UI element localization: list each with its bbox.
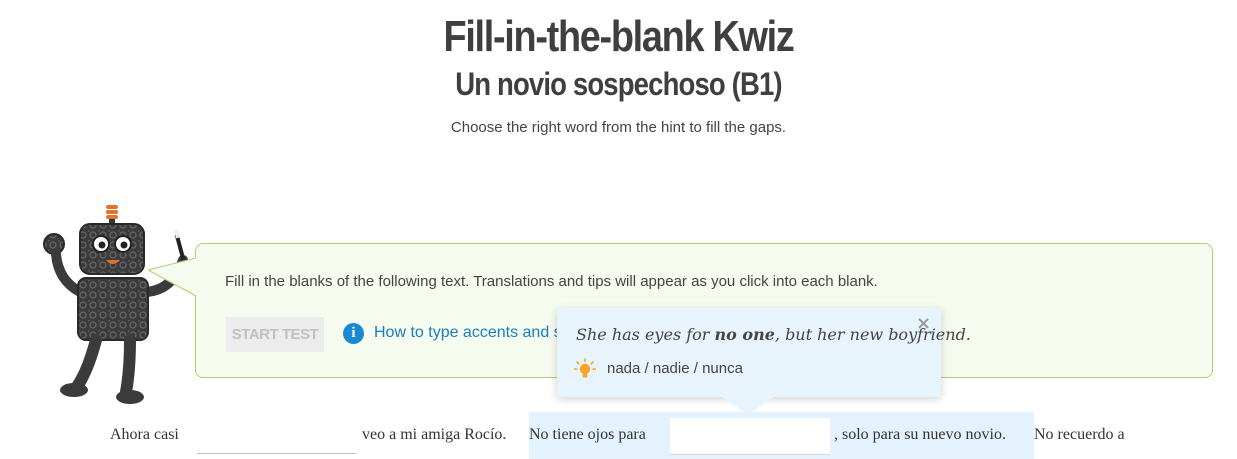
tooltip-translation: She has eyes for no one, but her new boy… <box>576 325 971 344</box>
start-test-button[interactable]: START TEST <box>226 317 324 352</box>
tooltip-arrow <box>722 397 774 415</box>
accents-help-link[interactable]: How to type accents and s <box>374 324 558 342</box>
bubble-tail <box>148 258 197 297</box>
page-subtitle: Un novio sospechoso (B1) <box>455 66 782 102</box>
tooltip-hint: nada / nadie / nunca <box>607 360 743 377</box>
text-segment: Ahora casi <box>110 426 179 443</box>
text-segment: , solo para su nuevo novio. <box>834 426 1006 443</box>
bubble-text: Fill in the blanks of the following text… <box>225 273 878 290</box>
page-title: Fill-in-the-blank Kwiz <box>443 12 794 61</box>
instructions-text: Choose the right word from the hint to f… <box>450 119 787 136</box>
blank-input-1[interactable] <box>197 417 356 454</box>
hint-tooltip <box>557 308 941 397</box>
blank-input-2[interactable] <box>670 418 830 455</box>
text-segment: veo a mi amiga Rocío. <box>362 426 507 443</box>
lightbulb-icon <box>574 358 596 378</box>
info-icon[interactable]: i <box>343 323 364 344</box>
text-segment: No recuerdo a <box>1034 426 1125 443</box>
text-segment: No tiene ojos para <box>529 426 646 443</box>
